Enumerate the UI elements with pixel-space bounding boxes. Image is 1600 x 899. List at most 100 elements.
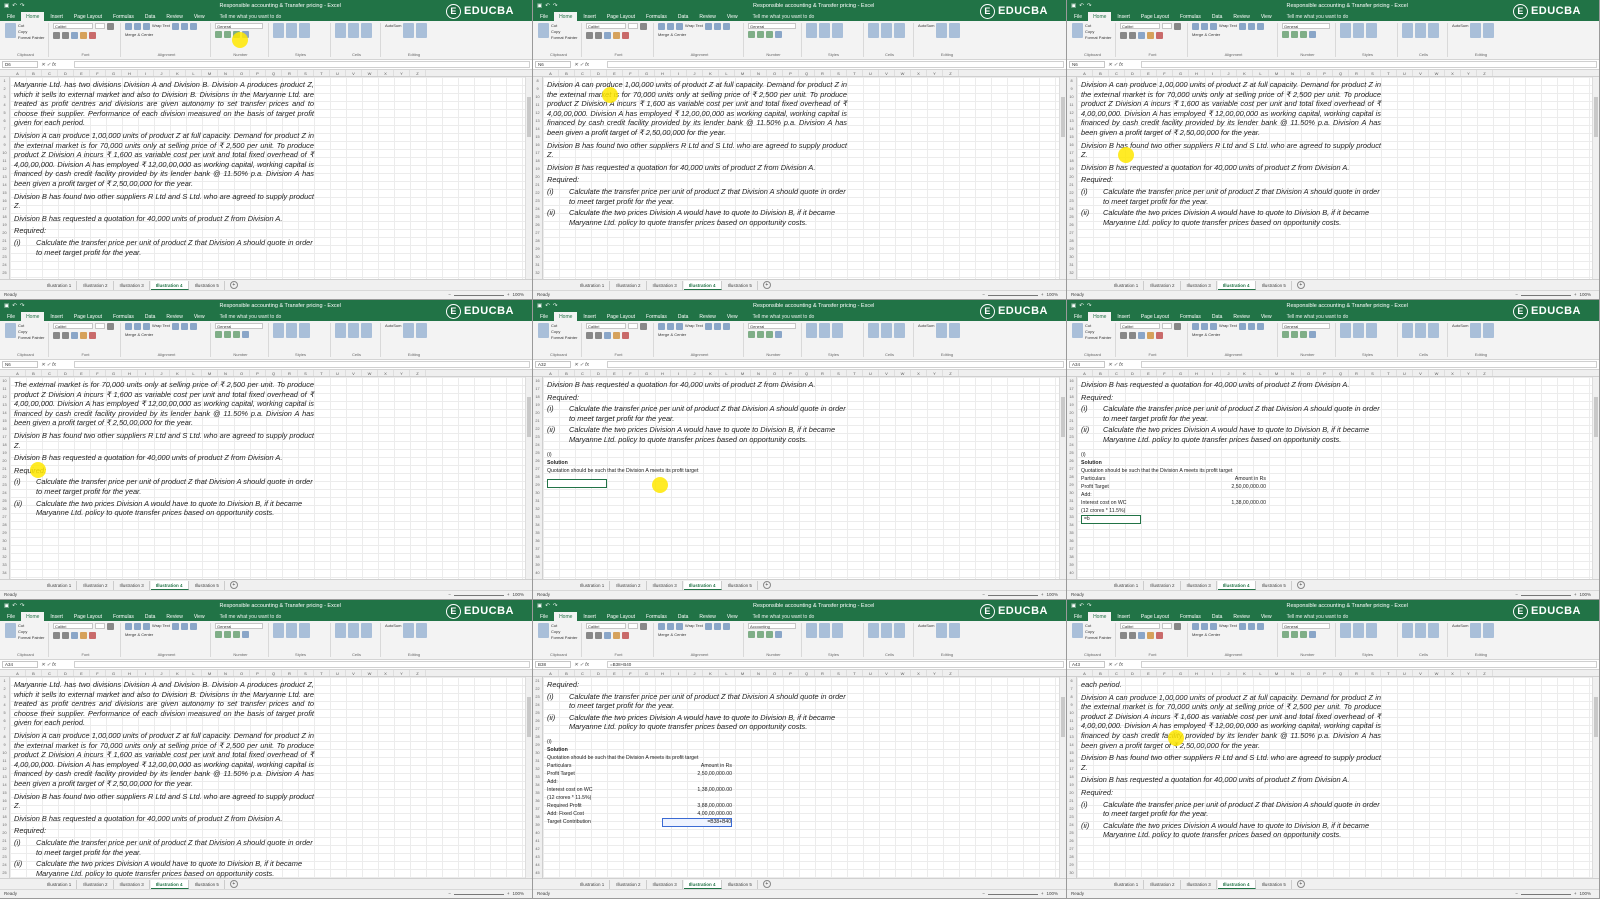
sort-filter-icon[interactable]: [936, 23, 948, 38]
sheet-tab-illustration-5[interactable]: Illustration 5: [1257, 280, 1292, 290]
zoom-slider[interactable]: [987, 594, 1038, 596]
paste-icon[interactable]: [538, 23, 549, 38]
zoom-out-icon[interactable]: −: [982, 890, 985, 898]
border-icon[interactable]: [604, 632, 611, 639]
column-header[interactable]: L: [719, 70, 735, 76]
row-header[interactable]: 21: [1067, 417, 1076, 425]
underline-icon[interactable]: [595, 632, 602, 639]
zoom-out-icon[interactable]: −: [448, 291, 451, 299]
save-icon[interactable]: ▣: [1071, 303, 1076, 309]
font-name-select[interactable]: Calibri: [1120, 323, 1160, 329]
column-header[interactable]: X: [911, 70, 927, 76]
row-header[interactable]: 12: [1067, 725, 1076, 733]
worksheet[interactable]: 21 22 23 24 25 26 27 28 29 30 31 32 33 34 35 36 37 38 39 40…: [533, 677, 1066, 878]
percent-icon[interactable]: [757, 331, 764, 338]
column-header[interactable]: R: [282, 70, 298, 76]
column-header[interactable]: Z: [943, 370, 959, 376]
underline-icon[interactable]: [595, 332, 602, 339]
sheet-tab-illustration-1[interactable]: Illustration 1: [1109, 580, 1145, 590]
font-size-select[interactable]: [95, 323, 105, 329]
worksheet[interactable]: 6 7 8 9 10 11 12 13 14 15 16 17 18 19 20 21 22 23 24 25 26 27…: [1067, 677, 1599, 878]
cell-styles-icon[interactable]: [832, 623, 843, 638]
tab-home[interactable]: Home: [554, 612, 578, 621]
row-header[interactable]: 36: [533, 537, 542, 545]
scroll-thumb[interactable]: [527, 697, 531, 737]
paste-icon[interactable]: [1072, 623, 1083, 638]
row-header[interactable]: 13: [0, 401, 9, 409]
row-header[interactable]: 15: [1067, 133, 1076, 141]
row-header[interactable]: 31: [1067, 261, 1076, 269]
tab-formulas[interactable]: Formulas: [108, 612, 139, 621]
tab-data[interactable]: Data: [673, 312, 694, 321]
row-header[interactable]: 22: [0, 245, 9, 253]
comma-icon[interactable]: [1300, 31, 1307, 38]
copy-button[interactable]: Copy: [18, 629, 44, 634]
comma-icon[interactable]: [233, 331, 240, 338]
format-cells-icon[interactable]: [361, 623, 372, 638]
format-painter-button[interactable]: Format Painter: [551, 35, 577, 40]
format-cells-icon[interactable]: [894, 623, 905, 638]
column-header[interactable]: L: [186, 670, 202, 676]
save-icon[interactable]: ▣: [537, 303, 542, 309]
align-bottom-icon[interactable]: [676, 323, 683, 330]
row-header[interactable]: 29: [533, 245, 542, 253]
tab-view[interactable]: View: [189, 612, 210, 621]
new-sheet-icon[interactable]: +: [1296, 581, 1305, 589]
undo-icon[interactable]: ↶: [545, 303, 550, 309]
font-color-icon[interactable]: [1156, 332, 1163, 339]
row-header[interactable]: 12: [533, 109, 542, 117]
column-header[interactable]: F: [1157, 70, 1173, 76]
row-header[interactable]: 11: [533, 101, 542, 109]
redo-icon[interactable]: ↷: [553, 3, 558, 9]
row-header[interactable]: 22: [0, 473, 9, 481]
row-header[interactable]: 19: [0, 449, 9, 457]
row-header[interactable]: 20: [0, 229, 9, 237]
font-size-select[interactable]: [1162, 323, 1172, 329]
row-header[interactable]: 23: [0, 853, 9, 861]
row-header[interactable]: 18: [533, 393, 542, 401]
column-header[interactable]: M: [202, 370, 218, 376]
number-format-select[interactable]: General: [748, 23, 796, 29]
row-header[interactable]: 7: [1067, 685, 1076, 693]
row-header[interactable]: 30: [533, 253, 542, 261]
sheet-tab-illustration-3[interactable]: Illustration 3: [115, 280, 150, 290]
row-header[interactable]: 16: [533, 141, 542, 149]
increase-decimal-icon[interactable]: [242, 331, 249, 338]
tab-page-layout[interactable]: Page Layout: [1136, 312, 1174, 321]
autosum-button[interactable]: AutoSum: [385, 323, 401, 338]
tab-formulas[interactable]: Formulas: [641, 312, 672, 321]
column-header[interactable]: G: [106, 670, 122, 676]
row-header[interactable]: 25: [0, 269, 9, 277]
row-header[interactable]: 2: [0, 685, 9, 693]
column-header[interactable]: F: [623, 670, 639, 676]
sheet-tab-illustration-2[interactable]: Illustration 2: [1145, 879, 1181, 889]
column-header[interactable]: I: [138, 70, 154, 76]
row-header[interactable]: 10: [0, 149, 9, 157]
column-header[interactable]: O: [767, 70, 783, 76]
fx-icon[interactable]: ✕ ✓ fx: [41, 62, 71, 68]
column-header[interactable]: U: [1397, 670, 1413, 676]
align-right-icon[interactable]: [189, 323, 197, 330]
column-header[interactable]: D: [58, 70, 74, 76]
tab-page-layout[interactable]: Page Layout: [69, 612, 107, 621]
column-header[interactable]: U: [863, 370, 879, 376]
tab-review[interactable]: Review: [694, 12, 720, 21]
sheet-tab-illustration-5[interactable]: Illustration 5: [190, 580, 225, 590]
bold-icon[interactable]: [1174, 323, 1181, 330]
formula-input[interactable]: [607, 361, 1064, 368]
row-header[interactable]: 18: [0, 441, 9, 449]
name-box[interactable]: A32: [535, 361, 571, 368]
paste-icon[interactable]: [5, 623, 16, 638]
row-header[interactable]: 4: [0, 701, 9, 709]
column-header[interactable]: S: [831, 670, 847, 676]
row-header[interactable]: 12: [1067, 109, 1076, 117]
column-header[interactable]: I: [138, 370, 154, 376]
vertical-scrollbar[interactable]: [1059, 377, 1066, 579]
conditional-formatting-icon[interactable]: [806, 623, 817, 638]
column-header[interactable]: Y: [927, 370, 943, 376]
number-format-select[interactable]: General: [1282, 23, 1330, 29]
tab-file[interactable]: File: [2, 612, 20, 621]
row-header[interactable]: 27: [533, 725, 542, 733]
zoom-out-icon[interactable]: −: [1515, 291, 1518, 299]
column-header[interactable]: K: [170, 70, 186, 76]
